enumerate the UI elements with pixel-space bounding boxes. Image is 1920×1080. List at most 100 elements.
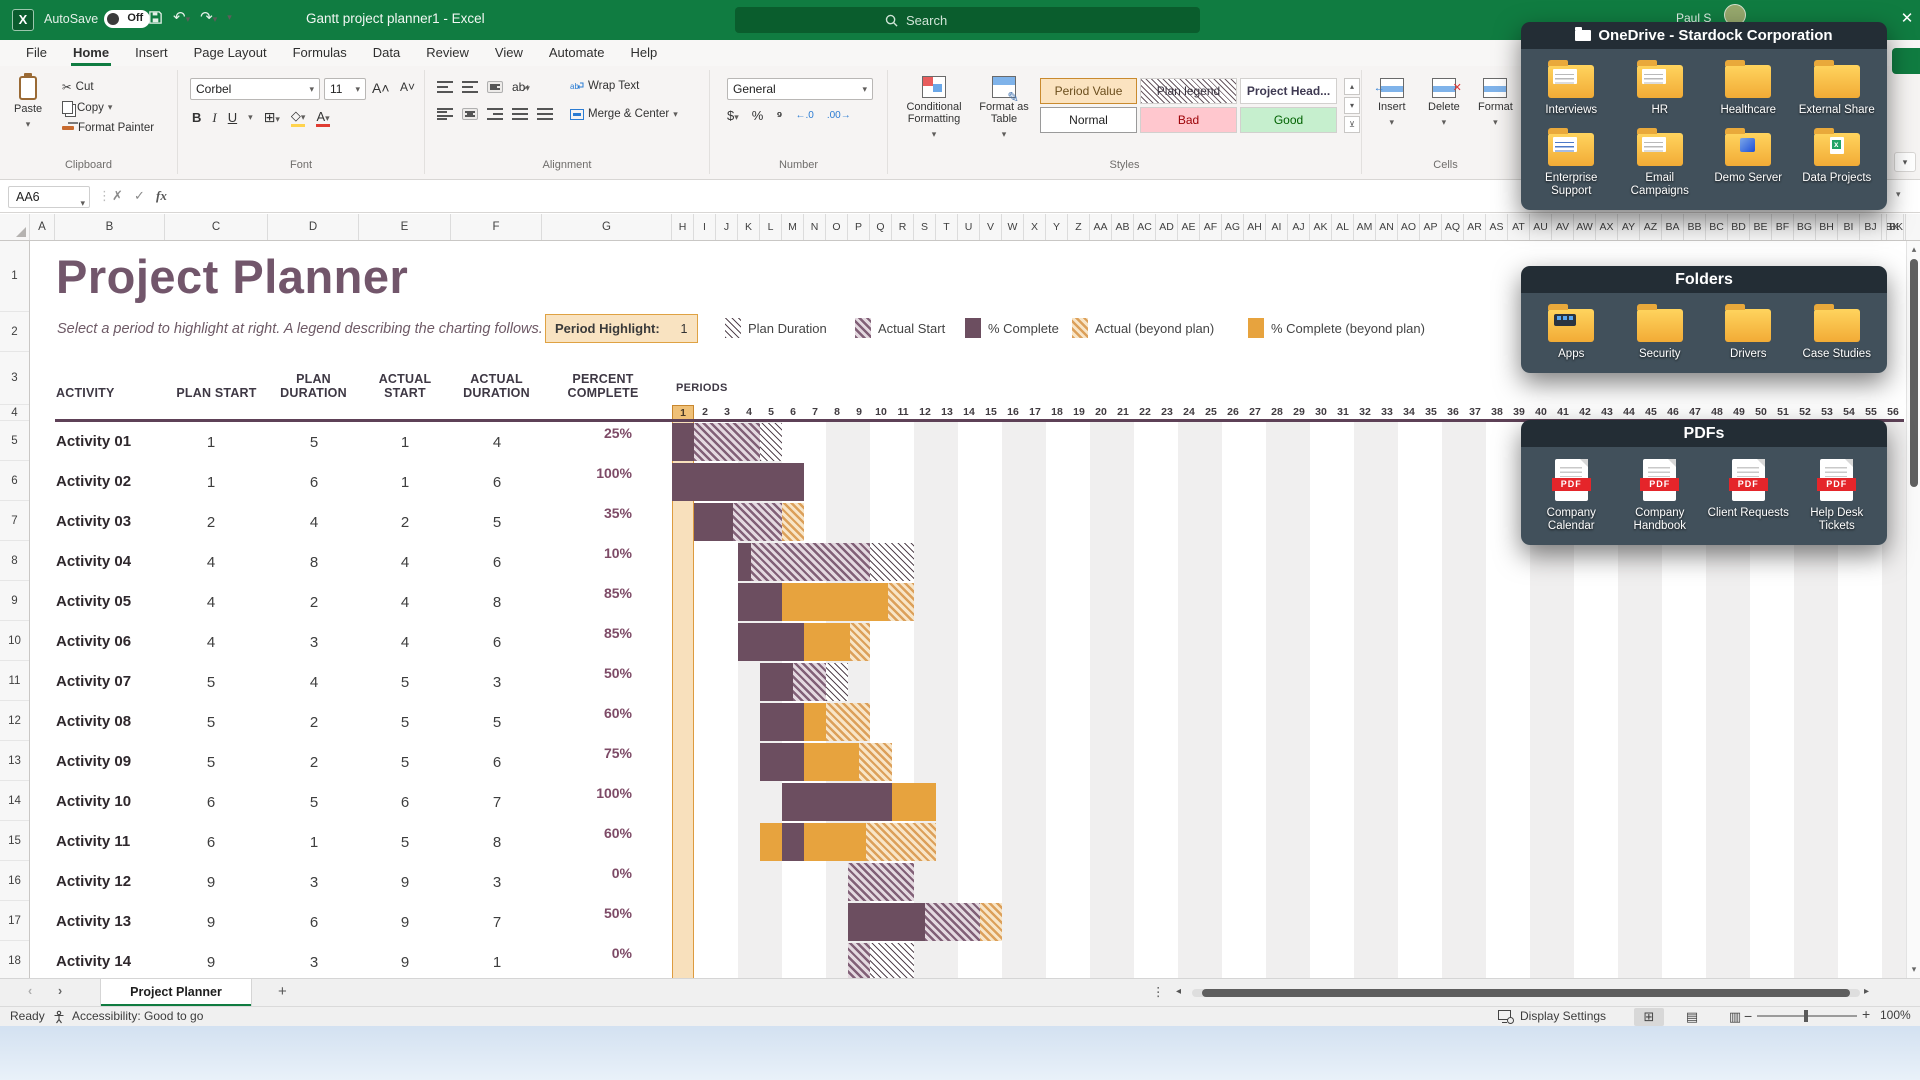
column-header-BG[interactable]: BG: [1794, 214, 1816, 240]
underline-button[interactable]: U: [228, 110, 237, 125]
column-header-AX[interactable]: AX: [1596, 214, 1618, 240]
cancel-entry-icon[interactable]: ✗: [112, 188, 123, 204]
row-headers[interactable]: 123456789101112131415161718: [0, 241, 30, 978]
align-top-icon[interactable]: [437, 81, 453, 93]
column-header-AE[interactable]: AE: [1178, 214, 1200, 240]
column-header-BB[interactable]: BB: [1684, 214, 1706, 240]
column-header-AK[interactable]: AK: [1310, 214, 1332, 240]
decrease-decimal-button[interactable]: .00→: [827, 110, 851, 121]
row-header-5[interactable]: 5: [0, 421, 29, 461]
ribbon-tab-home[interactable]: Home: [61, 40, 121, 66]
display-settings-button[interactable]: Display Settings: [1520, 1009, 1606, 1023]
merge-center-button[interactable]: Merge & Center▾: [570, 108, 678, 120]
next-sheet-icon[interactable]: ›: [58, 984, 62, 998]
paste-button[interactable]: Paste▾: [14, 76, 42, 130]
row-header-1[interactable]: 1: [0, 241, 29, 312]
column-header-AF[interactable]: AF: [1200, 214, 1222, 240]
italic-button[interactable]: I: [212, 110, 216, 126]
decrease-indent-icon[interactable]: [512, 108, 528, 120]
column-header-Z[interactable]: Z: [1068, 214, 1090, 240]
folder-item-security[interactable]: Security: [1616, 303, 1705, 361]
row-header-13[interactable]: 13: [0, 741, 29, 781]
redo-button[interactable]: ↷▾: [200, 8, 217, 26]
wrap-text-button[interactable]: ab Wrap Text: [570, 80, 639, 92]
column-header-W[interactable]: W: [1002, 214, 1024, 240]
customize-qat-button[interactable]: ▾: [227, 12, 232, 23]
column-header-AW[interactable]: AW: [1574, 214, 1596, 240]
column-header-BE[interactable]: BE: [1750, 214, 1772, 240]
accounting-format-button[interactable]: $▾: [727, 108, 739, 123]
collapse-ribbon-icon[interactable]: ▾: [1894, 152, 1916, 172]
column-header-K[interactable]: K: [738, 214, 760, 240]
column-header-BF[interactable]: BF: [1772, 214, 1794, 240]
column-header-AU[interactable]: AU: [1530, 214, 1552, 240]
column-header-AZ[interactable]: AZ: [1640, 214, 1662, 240]
column-header-I[interactable]: I: [694, 214, 716, 240]
confirm-entry-icon[interactable]: ✓: [134, 188, 145, 204]
ribbon-tab-page-layout[interactable]: Page Layout: [182, 40, 279, 66]
pdf-item-help-desk-tickets[interactable]: PDFHelp Desk Tickets: [1793, 457, 1882, 533]
column-header-AG[interactable]: AG: [1222, 214, 1244, 240]
column-header-BJ[interactable]: BJ: [1860, 214, 1882, 240]
number-format-select[interactable]: General▾: [727, 78, 873, 100]
column-header-J[interactable]: J: [716, 214, 738, 240]
format-cells-button[interactable]: Format▾: [1478, 78, 1513, 128]
tabs-overflow-icon[interactable]: ⋮: [1152, 984, 1165, 999]
row-header-8[interactable]: 8: [0, 541, 29, 581]
column-header-BI[interactable]: BI: [1838, 214, 1860, 240]
vertical-scrollbar[interactable]: ▴ ▾: [1906, 241, 1920, 978]
column-header-AP[interactable]: AP: [1420, 214, 1442, 240]
pdf-item-client-requests[interactable]: PDFClient Requests: [1704, 457, 1793, 533]
close-icon[interactable]: ✕: [1896, 8, 1918, 30]
orientation-button[interactable]: ab̷▾: [512, 80, 530, 94]
column-header-AT[interactable]: AT: [1508, 214, 1530, 240]
column-header-P[interactable]: P: [848, 214, 870, 240]
prev-sheet-icon[interactable]: ‹: [28, 984, 32, 998]
search-box[interactable]: Search: [735, 7, 1200, 33]
column-header-R[interactable]: R: [892, 214, 914, 240]
column-header-G[interactable]: G: [542, 214, 672, 240]
column-header-AO[interactable]: AO: [1398, 214, 1420, 240]
comma-style-button[interactable]: ⁹: [776, 108, 782, 123]
accessibility-icon[interactable]: [52, 1010, 66, 1024]
name-box[interactable]: AA6▾: [8, 186, 90, 208]
folder-item-drivers[interactable]: Drivers: [1704, 303, 1793, 361]
align-bottom-icon[interactable]: [487, 81, 503, 93]
row-header-17[interactable]: 17: [0, 901, 29, 941]
grow-font-button[interactable]: A˄: [372, 80, 390, 96]
column-header-V[interactable]: V: [980, 214, 1002, 240]
copy-button[interactable]: Copy▾: [62, 101, 112, 114]
onedrive-item-hr[interactable]: HR: [1616, 59, 1705, 117]
onedrive-item-email-campaigns[interactable]: Email Campaigns: [1616, 127, 1705, 198]
row-header-4[interactable]: 4: [0, 405, 29, 421]
column-headers[interactable]: ABCDEFGHIJKLMNOPQRSTUVWXYZAAABACADAEAFAG…: [0, 214, 1920, 241]
scroll-up-icon[interactable]: ▴: [1907, 244, 1920, 255]
row-header-14[interactable]: 14: [0, 781, 29, 821]
ribbon-tab-review[interactable]: Review: [414, 40, 481, 66]
column-header-H[interactable]: H: [672, 214, 694, 240]
row-header-12[interactable]: 12: [0, 701, 29, 741]
onedrive-item-data-projects[interactable]: Data Projects: [1793, 127, 1882, 198]
row-header-3[interactable]: 3: [0, 352, 29, 405]
horizontal-scroll-thumb[interactable]: [1202, 989, 1850, 997]
insert-function-icon[interactable]: fx: [156, 188, 167, 204]
column-header-Q[interactable]: Q: [870, 214, 892, 240]
insert-cells-button[interactable]: ← Insert▾: [1378, 78, 1406, 128]
style-chip-good[interactable]: Good: [1240, 107, 1337, 133]
column-header-AA[interactable]: AA: [1090, 214, 1112, 240]
borders-button[interactable]: ⊞▾: [264, 109, 280, 126]
column-header-M[interactable]: M: [782, 214, 804, 240]
column-header-AC[interactable]: AC: [1134, 214, 1156, 240]
onedrive-item-external-share[interactable]: External Share: [1793, 59, 1882, 117]
undo-button[interactable]: ↶▾: [173, 8, 190, 26]
autosave-pill[interactable]: Off: [104, 10, 150, 28]
select-all-corner[interactable]: [0, 214, 30, 240]
vertical-scroll-thumb[interactable]: [1910, 259, 1918, 487]
increase-decimal-button[interactable]: ←.0: [796, 110, 814, 121]
column-header-AD[interactable]: AD: [1156, 214, 1178, 240]
save-icon[interactable]: [148, 10, 163, 25]
column-header-AR[interactable]: AR: [1464, 214, 1486, 240]
column-header-Y[interactable]: Y: [1046, 214, 1068, 240]
folder-item-case-studies[interactable]: Case Studies: [1793, 303, 1882, 361]
onedrive-item-interviews[interactable]: Interviews: [1527, 59, 1616, 117]
